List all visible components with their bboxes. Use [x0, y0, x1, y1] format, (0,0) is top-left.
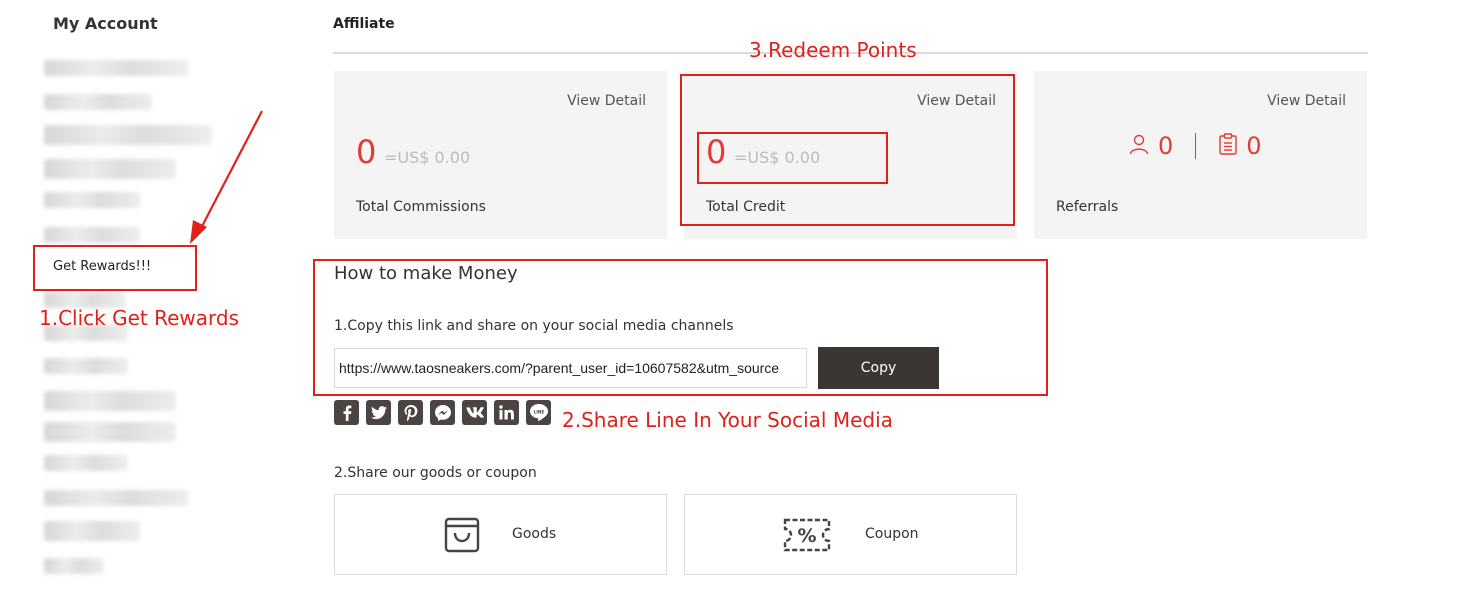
sidebar-item-blurred[interactable]	[44, 521, 140, 541]
sidebar-item-blurred[interactable]	[44, 391, 176, 411]
referrals-stats: 0 0	[1128, 132, 1262, 160]
sidebar-item-blurred[interactable]	[44, 192, 140, 208]
sidebar-item-blurred[interactable]	[44, 490, 188, 506]
total-commissions-card: View Detail 0 =US$ 0.00 Total Commission…	[334, 71, 667, 239]
sidebar-item-blurred[interactable]	[44, 94, 152, 110]
svg-text:%: %	[797, 525, 816, 547]
commissions-usd: =US$ 0.00	[384, 148, 471, 167]
referrals-label: Referrals	[1056, 199, 1119, 215]
view-detail-link[interactable]: View Detail	[1267, 93, 1346, 109]
annotation-redeem: 3.Redeem Points	[749, 38, 917, 62]
credit-value-highlight-box	[697, 132, 888, 184]
share-goods-card[interactable]: Goods	[334, 494, 667, 575]
get-rewards-highlight-box	[33, 245, 197, 291]
coupon-label: Coupon	[865, 526, 919, 542]
commissions-label: Total Commissions	[356, 199, 486, 215]
sidebar-item-blurred[interactable]	[44, 60, 188, 76]
goods-label: Goods	[512, 526, 557, 542]
coupon-icon: %	[781, 516, 833, 558]
sidebar-item-blurred[interactable]	[44, 558, 104, 574]
sidebar-item-blurred[interactable]	[44, 455, 128, 471]
facebook-icon[interactable]	[334, 400, 359, 425]
sidebar-item-blurred[interactable]	[44, 422, 176, 442]
sidebar-item-blurred[interactable]	[44, 358, 128, 374]
sidebar-item-blurred[interactable]	[44, 159, 176, 179]
user-icon	[1128, 133, 1150, 159]
how-to-highlight-box	[313, 259, 1048, 396]
step2-instructions: 2.Share our goods or coupon	[334, 465, 537, 481]
pinterest-icon[interactable]	[398, 400, 423, 425]
view-detail-link[interactable]: View Detail	[567, 93, 646, 109]
vk-icon[interactable]	[462, 400, 487, 425]
referrals-card: View Detail 0 0 Referrals	[1034, 71, 1367, 239]
page-title: Affiliate	[333, 16, 395, 32]
line-icon[interactable]: LINE	[526, 400, 551, 425]
messenger-icon[interactable]	[430, 400, 455, 425]
sidebar-item-blurred[interactable]	[44, 227, 140, 243]
social-share-bar: LINE	[334, 400, 551, 425]
share-coupon-card[interactable]: % Coupon	[684, 494, 1017, 575]
twitter-icon[interactable]	[366, 400, 391, 425]
linkedin-icon[interactable]	[494, 400, 519, 425]
clipboard-icon	[1218, 133, 1238, 159]
referral-people-count: 0	[1158, 132, 1174, 160]
sidebar-title: My Account	[53, 14, 158, 33]
referral-order-count: 0	[1246, 132, 1262, 160]
annotation-click-rewards: 1.Click Get Rewards	[39, 306, 239, 330]
commissions-value: 0	[356, 133, 377, 171]
svg-text:LINE: LINE	[533, 409, 544, 414]
annotation-share-line: 2.Share Line In Your Social Media	[562, 408, 893, 432]
shopping-bag-icon	[443, 516, 481, 558]
annotation-arrow	[180, 108, 270, 252]
stats-divider	[1195, 133, 1197, 159]
